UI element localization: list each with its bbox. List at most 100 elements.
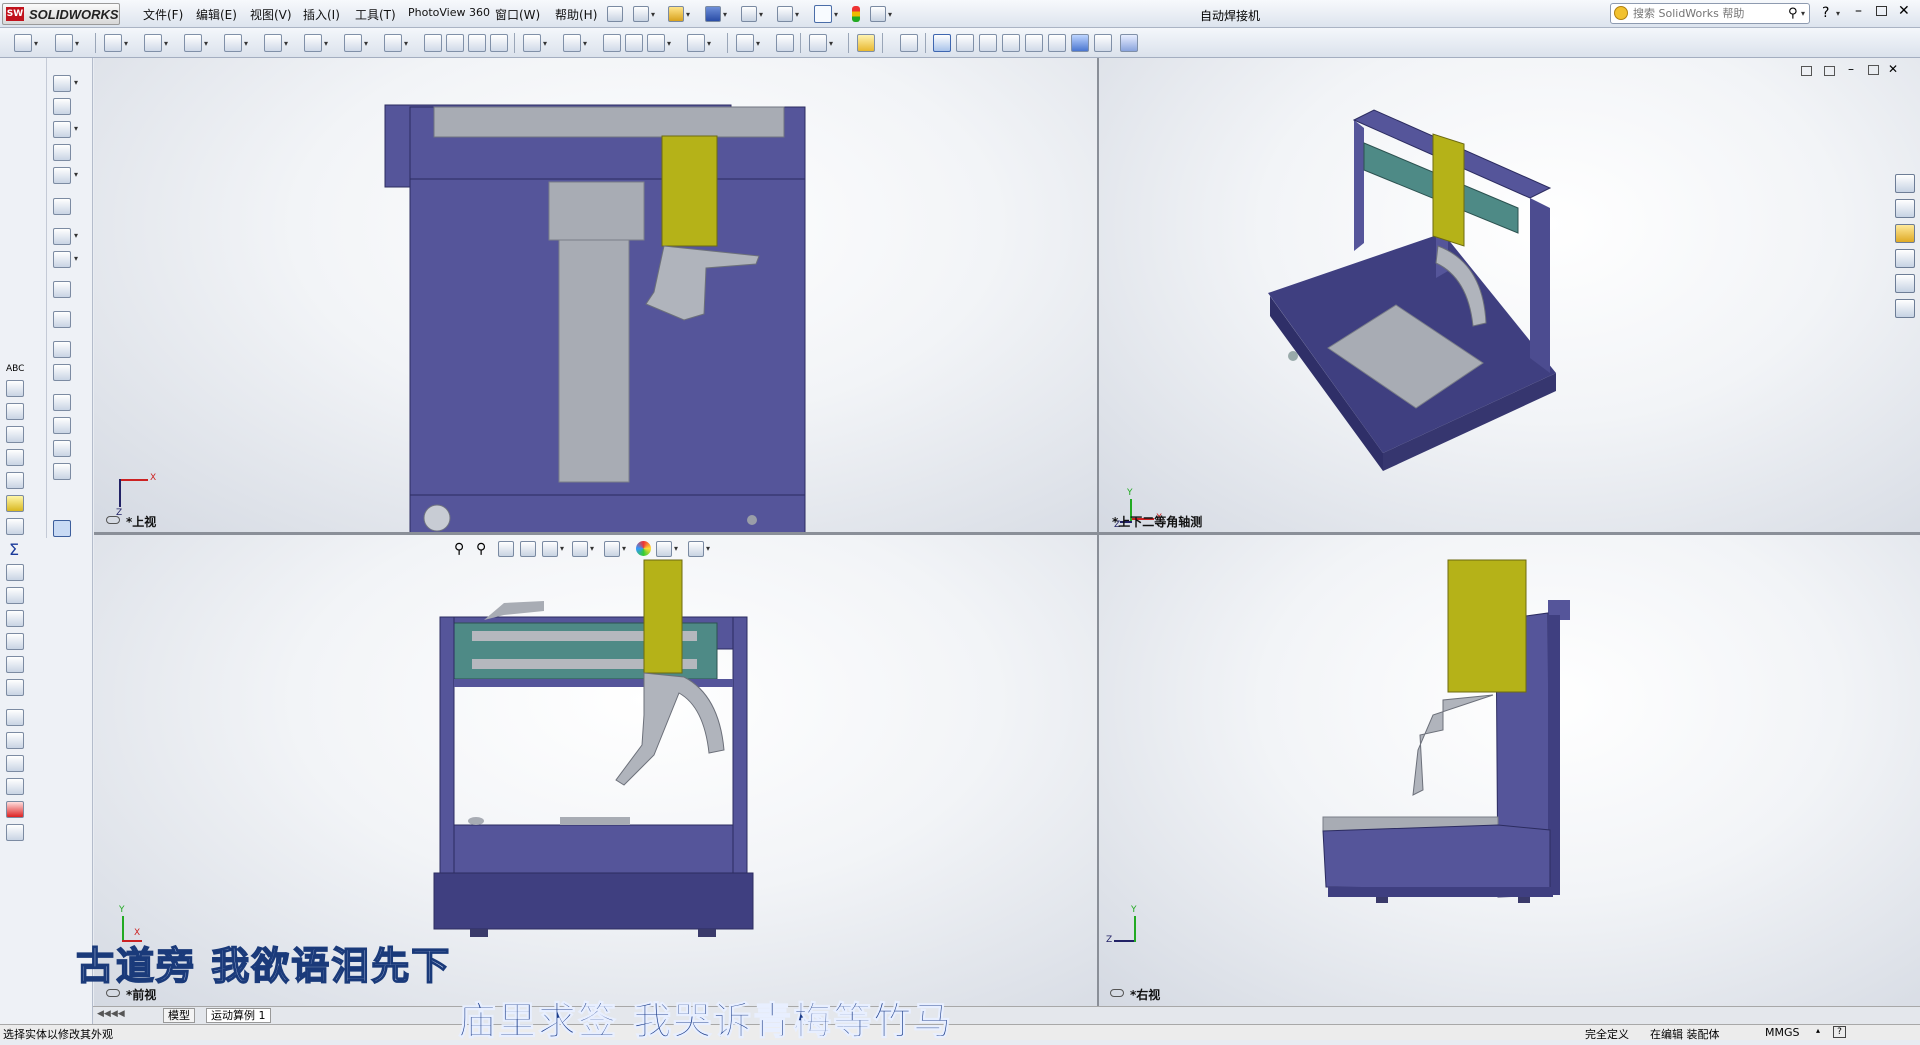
move-component-icon[interactable] (53, 167, 71, 184)
chevron-down-icon[interactable]: ▾ (364, 39, 368, 48)
appearance-icon[interactable] (6, 824, 24, 841)
chevron-down-icon[interactable]: ▾ (124, 39, 128, 48)
chevron-down-icon[interactable]: ▾ (404, 39, 408, 48)
solidworks-logo[interactable]: SW SOLIDWORKS (2, 3, 120, 25)
viewport-cascade-icon[interactable] (1824, 66, 1835, 76)
chevron-down-icon[interactable]: ▾ (888, 10, 892, 19)
point-icon[interactable] (424, 34, 442, 52)
pin-menu-icon[interactable] (607, 6, 623, 22)
chevron-down-icon[interactable]: ▾ (324, 39, 328, 48)
deviation-analysis-icon[interactable] (6, 709, 24, 726)
geometry-analysis-icon[interactable] (6, 518, 24, 535)
view-iso-icon[interactable] (1094, 34, 1112, 52)
file-properties-icon[interactable] (870, 6, 886, 22)
circle-icon[interactable] (224, 34, 242, 52)
menu-tools[interactable]: 工具(T) (355, 6, 396, 23)
chevron-down-icon[interactable]: ▾ (686, 10, 690, 19)
insert-component-icon[interactable] (53, 75, 71, 92)
mirror-icon[interactable] (625, 34, 643, 52)
text-icon[interactable] (468, 34, 486, 52)
help-icon[interactable]: ? (1833, 1026, 1846, 1038)
rebuild-icon[interactable] (852, 6, 860, 22)
minimize-icon[interactable]: – (1855, 3, 1862, 19)
check-icon[interactable] (6, 495, 24, 512)
chevron-down-icon[interactable]: ▾ (74, 78, 78, 87)
repair-sketch-icon[interactable] (776, 34, 794, 52)
menu-help[interactable]: 帮助(H) (555, 6, 597, 23)
chevron-down-icon[interactable]: ▾ (560, 544, 564, 553)
draft-analysis-icon[interactable] (6, 564, 24, 581)
measure-tool-icon[interactable] (6, 380, 24, 397)
chevron-down-icon[interactable]: ▾ (706, 544, 710, 553)
chevron-down-icon[interactable]: ▾ (723, 10, 727, 19)
slot-icon[interactable] (184, 34, 202, 52)
four-view-icon[interactable] (1002, 34, 1020, 52)
offset-icon[interactable] (603, 34, 621, 52)
chevron-down-icon[interactable]: ▾ (204, 39, 208, 48)
line-icon[interactable] (104, 34, 122, 52)
viewport-top-view[interactable]: X Z *上视 (94, 58, 1097, 533)
convert-entities-icon[interactable] (563, 34, 581, 52)
chevron-down-icon[interactable]: ▾ (622, 544, 626, 553)
viewport-right-view[interactable]: Y Z *右视 (1098, 535, 1920, 1006)
close-icon[interactable]: ✕ (1898, 3, 1910, 19)
reference-geometry-icon[interactable] (53, 251, 71, 268)
clearance-verification-icon[interactable] (53, 417, 71, 434)
statistics-icon[interactable] (6, 472, 24, 489)
rapid-sketch-icon[interactable] (857, 34, 875, 52)
curvature-icon[interactable] (6, 679, 24, 696)
quick-snaps-icon[interactable] (809, 34, 827, 52)
view-orientation-icon[interactable] (542, 541, 558, 557)
section-view-icon[interactable] (520, 541, 536, 557)
new-document-icon[interactable] (633, 6, 649, 22)
select-pointer-icon[interactable] (814, 5, 832, 23)
spelling-icon[interactable]: ABC (6, 364, 24, 374)
units-selector[interactable]: MMGS (1765, 1026, 1800, 1039)
sketch-icon[interactable] (14, 34, 32, 52)
view-home-icon[interactable] (1895, 174, 1915, 193)
normal-to-icon[interactable] (900, 34, 918, 52)
centerline-icon[interactable] (446, 34, 464, 52)
chevron-down-icon[interactable]: ▾ (74, 124, 78, 133)
appearances-icon[interactable] (1895, 274, 1915, 293)
viewport-isometric-view[interactable]: Y X Z *上下二等角轴测 – ✕ (1098, 58, 1920, 533)
edit-appearance-icon[interactable] (636, 541, 651, 556)
fillet-icon[interactable] (384, 34, 402, 52)
tab-scroll-icon[interactable]: ◀◀◀◀ (97, 1009, 125, 1019)
relations-icon[interactable] (736, 34, 754, 52)
linear-pattern-icon[interactable] (647, 34, 665, 52)
sensor-icon[interactable] (6, 449, 24, 466)
previous-view-icon[interactable] (498, 541, 514, 557)
zoom-to-area-icon[interactable]: ⚲ (476, 541, 486, 557)
menu-file[interactable]: 文件(F) (143, 6, 183, 23)
file-explorer-icon[interactable] (1895, 224, 1915, 243)
chevron-down-icon[interactable]: ▾ (164, 39, 168, 48)
menu-photoview[interactable]: PhotoView 360 (408, 6, 490, 19)
new-motion-study-icon[interactable] (53, 281, 71, 298)
chevron-down-icon[interactable]: ▾ (34, 39, 38, 48)
chevron-down-icon[interactable]: ▾ (74, 254, 78, 263)
search-input[interactable] (1633, 5, 1783, 22)
help-search-box[interactable]: ⚲ ▾ (1610, 3, 1810, 24)
view-settings-icon[interactable] (688, 541, 704, 557)
design-check-icon[interactable] (6, 801, 24, 818)
show-hidden-icon[interactable] (53, 198, 71, 215)
trim-icon[interactable] (523, 34, 541, 52)
chevron-down-icon[interactable]: ▾ (829, 39, 833, 48)
compare-documents-icon[interactable] (6, 778, 24, 795)
arc-icon[interactable] (264, 34, 282, 52)
single-view-icon[interactable] (933, 34, 951, 52)
hide-show-items-icon[interactable] (604, 541, 620, 557)
chevron-down-icon[interactable]: ▾ (667, 39, 671, 48)
chevron-down-icon[interactable]: ▾ (795, 10, 799, 19)
chevron-down-icon[interactable]: ▾ (651, 10, 655, 19)
tab-model[interactable]: 模型 (163, 1008, 195, 1023)
chevron-down-icon[interactable]: ▾ (284, 39, 288, 48)
assembly-features-icon[interactable] (53, 228, 71, 245)
chevron-down-icon[interactable]: ▾ (583, 39, 587, 48)
chevron-down-icon[interactable]: ▾ (834, 10, 838, 19)
chevron-down-icon[interactable]: ▾ (543, 39, 547, 48)
plane-icon[interactable] (490, 34, 508, 52)
menu-window[interactable]: 窗口(W) (495, 6, 540, 23)
restore-icon[interactable] (1876, 6, 1887, 16)
